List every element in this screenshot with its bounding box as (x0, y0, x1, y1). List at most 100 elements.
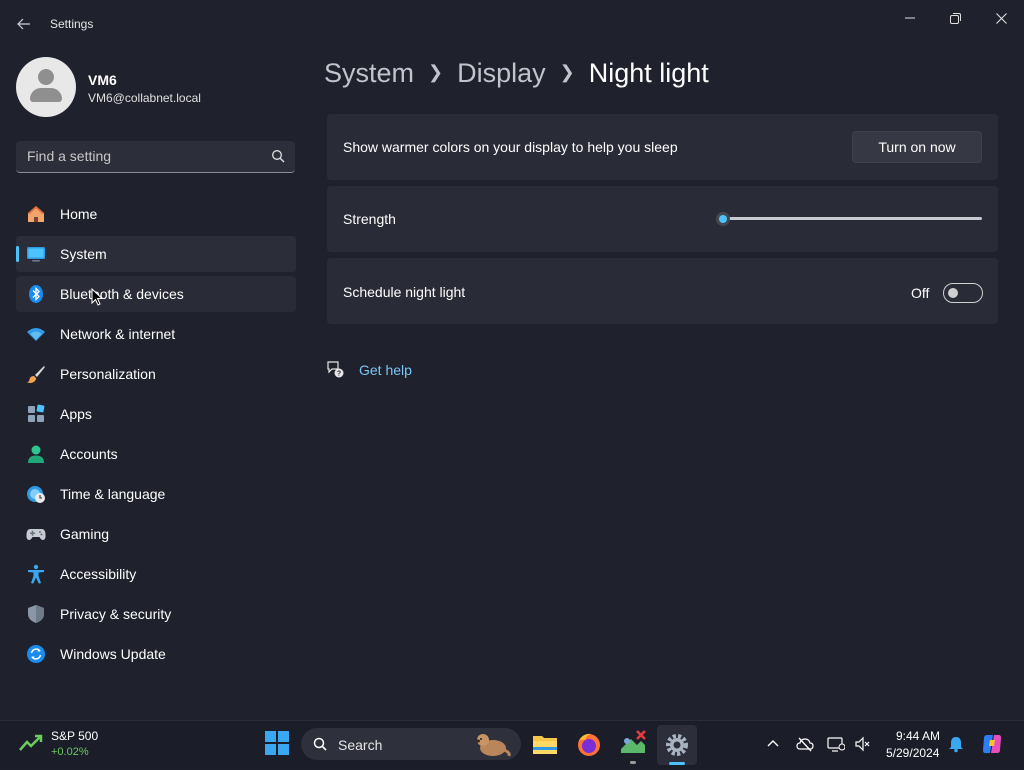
sidebar-item-apps[interactable]: Apps (16, 396, 296, 432)
sidebar-item-network[interactable]: Network & internet (16, 316, 296, 352)
strength-slider-thumb[interactable] (716, 212, 730, 226)
sidebar-item-label: Home (60, 206, 98, 222)
taskbar-app-snipping-tool[interactable] (613, 725, 653, 765)
sidebar-item-accounts[interactable]: Accounts (16, 436, 296, 472)
sidebar-item-label: Personalization (60, 366, 156, 382)
search-icon[interactable] (271, 149, 285, 163)
sidebar-item-label: Bluetooth & devices (60, 286, 184, 302)
speaker-muted-icon[interactable] (854, 735, 872, 753)
sidebar-item-time-language[interactable]: Time & language (16, 476, 296, 512)
clock-date[interactable]: 5/29/2024 (886, 746, 939, 760)
sidebar-item-label: Accounts (60, 446, 118, 462)
active-indicator (669, 762, 685, 765)
search-box[interactable] (16, 141, 295, 173)
settings-window: Settings VM6 VM6@collabnet.local Home Sy… (0, 0, 1024, 720)
user-email: VM6@collabnet.local (88, 91, 201, 105)
taskbar-app-settings[interactable] (657, 725, 697, 765)
sidebar-item-windows-update[interactable]: Windows Update (16, 636, 296, 672)
sidebar-item-bluetooth[interactable]: Bluetooth & devices (16, 276, 296, 312)
gamepad-icon (26, 529, 46, 540)
mouse-cursor-icon (91, 288, 103, 306)
strength-label: Strength (343, 211, 396, 227)
taskbar-search[interactable]: Search (301, 728, 521, 760)
otter-icon (476, 734, 511, 757)
clock-time[interactable]: 9:44 AM (896, 729, 940, 743)
arrow-left-icon (17, 18, 30, 30)
taskbar-app-file-explorer[interactable] (525, 725, 565, 765)
taskbar: S&P 500 +0.02% Search 9:44 AM 5/29/2024 (0, 720, 1024, 768)
sidebar-item-label: Accessibility (60, 566, 137, 582)
svg-text:?: ? (337, 371, 341, 378)
help-icon: ? (327, 361, 344, 378)
chevron-right-icon: ❯ (559, 62, 575, 82)
snipping-tool-icon (621, 730, 646, 753)
chevron-right-icon: ❯ (428, 62, 444, 82)
bell-icon[interactable] (947, 735, 965, 753)
cloud-off-icon[interactable] (796, 735, 814, 753)
breadcrumb-system[interactable]: System (324, 58, 414, 88)
sidebar-item-privacy[interactable]: Privacy & security (16, 596, 296, 632)
breadcrumb: System ❯ Display ❯ Night light (324, 58, 709, 89)
taskbar-search-label: Search (338, 737, 383, 753)
start-button[interactable] (259, 725, 295, 761)
accessibility-icon (28, 564, 44, 584)
restore-button[interactable] (932, 4, 978, 32)
stock-chart-icon[interactable] (19, 734, 43, 752)
sidebar-item-accessibility[interactable]: Accessibility (16, 556, 296, 592)
sidebar-item-system[interactable]: System (16, 236, 296, 272)
close-button[interactable] (978, 4, 1024, 32)
widget-title[interactable]: S&P 500 (51, 729, 98, 743)
avatar-body (30, 88, 62, 102)
close-icon (995, 12, 1007, 24)
restore-icon (949, 12, 961, 24)
search-icon (313, 737, 327, 751)
strength-slider-track[interactable] (723, 217, 982, 220)
schedule-card: Schedule night light Off (327, 258, 998, 324)
apps-icon (28, 404, 45, 422)
copilot-icon[interactable] (980, 732, 1004, 756)
windows-logo-icon (265, 731, 289, 755)
toggle-state-label: Off (911, 285, 930, 301)
user-name: VM6 (88, 72, 117, 88)
taskbar-app-firefox[interactable] (569, 725, 609, 765)
minimize-button[interactable] (887, 4, 933, 32)
chevron-up-icon[interactable] (764, 735, 782, 753)
sidebar-item-label: System (60, 246, 107, 262)
search-input[interactable] (16, 141, 256, 171)
sidebar-item-personalization[interactable]: Personalization (16, 356, 296, 392)
sidebar-item-gaming[interactable]: Gaming (16, 516, 296, 552)
selection-indicator (16, 246, 19, 262)
schedule-label: Schedule night light (343, 284, 466, 300)
back-button[interactable] (10, 10, 38, 38)
running-indicator (630, 761, 636, 764)
avatar-head (38, 69, 54, 85)
breadcrumb-display[interactable]: Display (457, 58, 546, 88)
sidebar-item-label: Network & internet (60, 326, 176, 342)
display-icon[interactable] (827, 735, 845, 753)
accounts-icon (28, 445, 44, 463)
sidebar-item-label: Windows Update (60, 646, 166, 662)
night-light-description: Show warmer colors on your display to he… (343, 139, 678, 155)
get-help-link[interactable]: Get help (359, 362, 412, 378)
turn-on-now-button[interactable]: Turn on now (852, 131, 982, 163)
settings-icon (666, 734, 688, 756)
sidebar-item-label: Apps (60, 406, 92, 422)
night-light-card: Show warmer colors on your display to he… (327, 114, 998, 180)
toggle-knob (948, 288, 958, 298)
page-title: Night light (588, 58, 709, 88)
shield-icon (28, 605, 44, 623)
avatar[interactable] (16, 57, 76, 117)
sidebar-item-label: Privacy & security (60, 606, 172, 622)
sidebar-item-home[interactable]: Home (16, 196, 296, 232)
schedule-toggle[interactable] (943, 283, 983, 303)
system-icon (27, 247, 45, 262)
globe-clock-icon (27, 486, 45, 503)
minimize-icon (905, 17, 915, 19)
widget-change: +0.02% (51, 746, 89, 758)
app-title: Settings (50, 17, 94, 31)
update-icon (27, 645, 45, 663)
bluetooth-icon (29, 285, 43, 303)
firefox-icon (578, 733, 600, 756)
sidebar-item-label: Gaming (60, 526, 110, 542)
strength-card: Strength (327, 186, 998, 252)
